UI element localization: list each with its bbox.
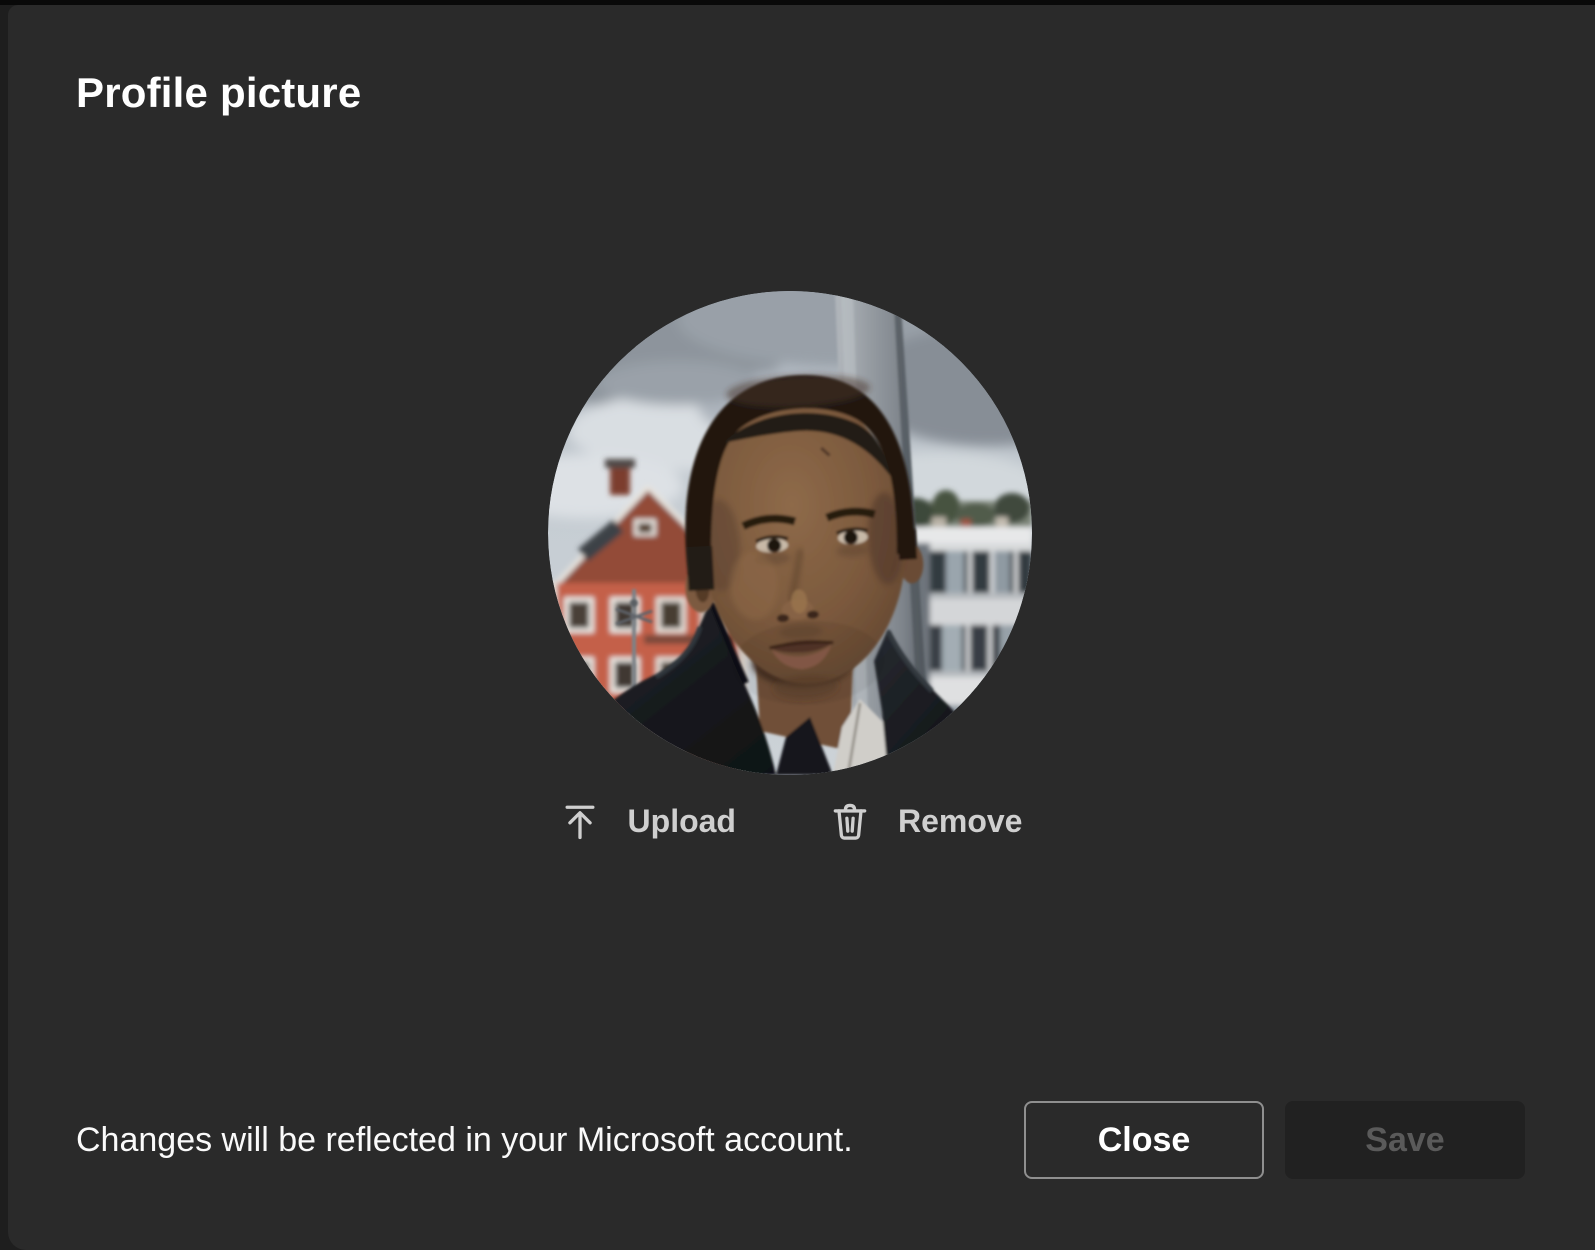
remove-label: Remove — [897, 803, 1023, 839]
upload-label: Upload — [627, 803, 736, 839]
page: { "dialog": { "title": "Profile picture"… — [0, 0, 1595, 1250]
photo-actions: Upload Remove — [548, 795, 1032, 847]
remove-button[interactable]: Remove — [826, 795, 1025, 847]
footer-note: Changes will be reflected in your Micros… — [76, 1120, 853, 1159]
trash-icon — [833, 803, 867, 840]
profile-photo-image — [548, 291, 1032, 775]
profile-picture-dialog: Profile picture Upload Remove Changes wi… — [8, 5, 1595, 1250]
dialog-title: Profile picture — [76, 69, 362, 116]
dialog-footer: Changes will be reflected in your Micros… — [76, 1101, 1525, 1179]
upload-arrow-icon — [565, 805, 595, 840]
save-button[interactable]: Save — [1285, 1101, 1525, 1179]
close-button[interactable]: Close — [1024, 1101, 1264, 1179]
upload-button[interactable]: Upload — [556, 795, 738, 847]
profile-photo — [548, 291, 1032, 775]
